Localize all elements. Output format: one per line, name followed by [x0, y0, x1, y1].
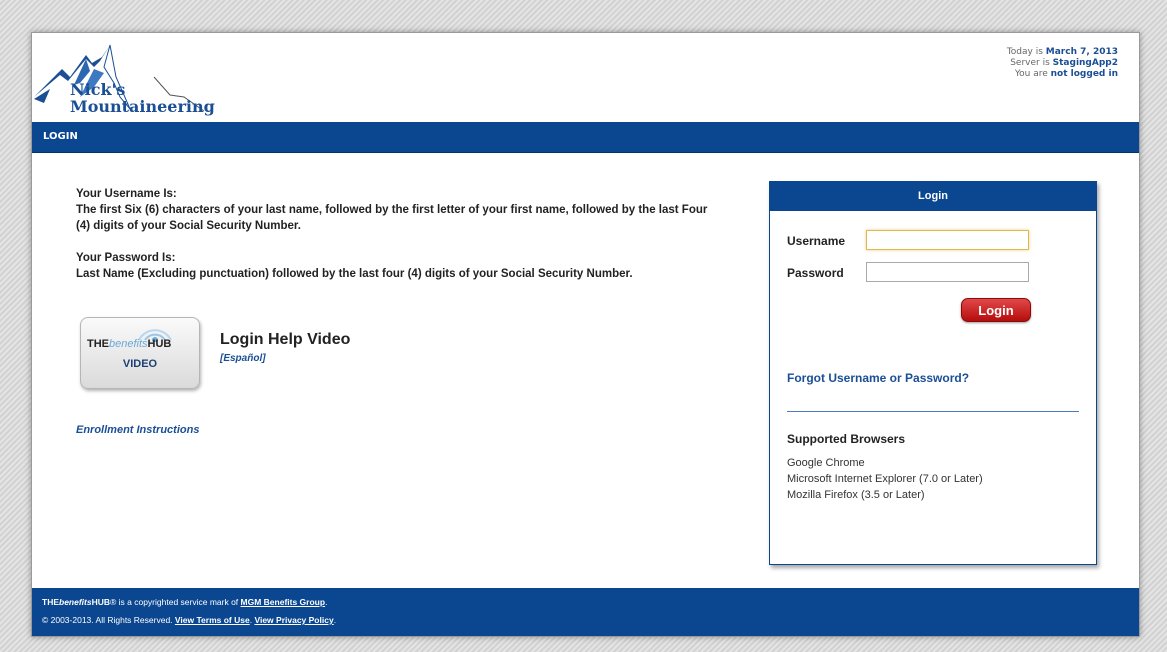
- password-label: Password: [787, 266, 844, 280]
- footer-brand-hub: HUB: [91, 597, 111, 607]
- username-heading: Your Username Is:: [76, 188, 177, 200]
- password-text: Last Name (Excluding punctuation) follow…: [76, 268, 633, 280]
- footer-end: .: [333, 615, 337, 625]
- browser-item: Microsoft Internet Explorer (7.0 or Late…: [787, 473, 983, 485]
- date-prefix: Today is: [1006, 47, 1046, 57]
- terms-of-use-link[interactable]: View Terms of Use: [175, 615, 250, 625]
- nav-title: LOGIN: [43, 131, 78, 142]
- thumb-brand-benefits: benefits: [109, 338, 148, 350]
- mgm-benefits-link[interactable]: MGM Benefits Group: [241, 597, 326, 607]
- help-video-thumbnail[interactable]: THEbenefitsHUB VIDEO: [80, 317, 200, 389]
- username-label: Username: [787, 234, 846, 248]
- footer-trademark-text: ® is a copyrighted service mark of: [110, 597, 241, 607]
- thumb-brand-hub: HUB: [147, 338, 172, 350]
- current-date: March 7, 2013: [1045, 47, 1118, 57]
- password-heading: Your Password Is:: [76, 252, 176, 264]
- login-panel: Login Username Password Login Forgot Use…: [769, 181, 1097, 565]
- nav-bar: LOGIN: [32, 122, 1139, 153]
- header: Nick's Mountaineering Today is March 7, …: [32, 33, 1139, 122]
- server-prefix: Server is: [1010, 58, 1053, 68]
- server-name: StagingApp2: [1052, 58, 1118, 68]
- logo-line1: Nick's: [70, 80, 126, 99]
- login-state: not logged in: [1050, 69, 1118, 79]
- enrollment-instructions-link[interactable]: Enrollment Instructions: [76, 424, 199, 436]
- thumb-video-label: VIDEO: [122, 358, 158, 370]
- browser-item: Mozilla Firefox (3.5 or Later): [787, 489, 925, 501]
- privacy-policy-link[interactable]: View Privacy Policy: [254, 615, 333, 625]
- login-instructions: Your Username Is: The first Six (6) char…: [76, 186, 716, 298]
- login-panel-heading: Login: [770, 182, 1096, 211]
- password-input[interactable]: [866, 262, 1029, 282]
- copyright-text: © 2003-2013. All Rights Reserved.: [42, 615, 175, 625]
- login-prefix: You are: [1014, 69, 1051, 79]
- panel-divider: [787, 411, 1079, 412]
- username-text: The first Six (6) characters of your las…: [76, 204, 708, 232]
- supported-browsers-list: Google Chrome Microsoft Internet Explore…: [787, 455, 983, 503]
- logo-line2: Mountaineering: [70, 97, 215, 116]
- footer-brand-the: THE: [42, 597, 59, 607]
- session-status: Today is March 7, 2013 Server is Staging…: [1007, 47, 1118, 80]
- video-title[interactable]: Login Help Video: [220, 331, 350, 349]
- forgot-credentials-link[interactable]: Forgot Username or Password?: [787, 371, 969, 385]
- username-input[interactable]: [866, 230, 1029, 250]
- spanish-video-link[interactable]: [Español]: [220, 353, 266, 364]
- footer-period: .: [325, 597, 328, 607]
- footer: THEbenefitsHUB® is a copyrighted service…: [32, 588, 1139, 636]
- browser-item: Google Chrome: [787, 457, 865, 469]
- thumb-brand-the: THE: [87, 338, 109, 350]
- login-button[interactable]: Login: [961, 298, 1031, 322]
- page-container: Nick's Mountaineering Today is March 7, …: [31, 32, 1140, 637]
- footer-brand-benefits: benefits: [59, 597, 92, 607]
- company-logo[interactable]: Nick's Mountaineering: [34, 37, 234, 121]
- supported-browsers-heading: Supported Browsers: [787, 432, 906, 446]
